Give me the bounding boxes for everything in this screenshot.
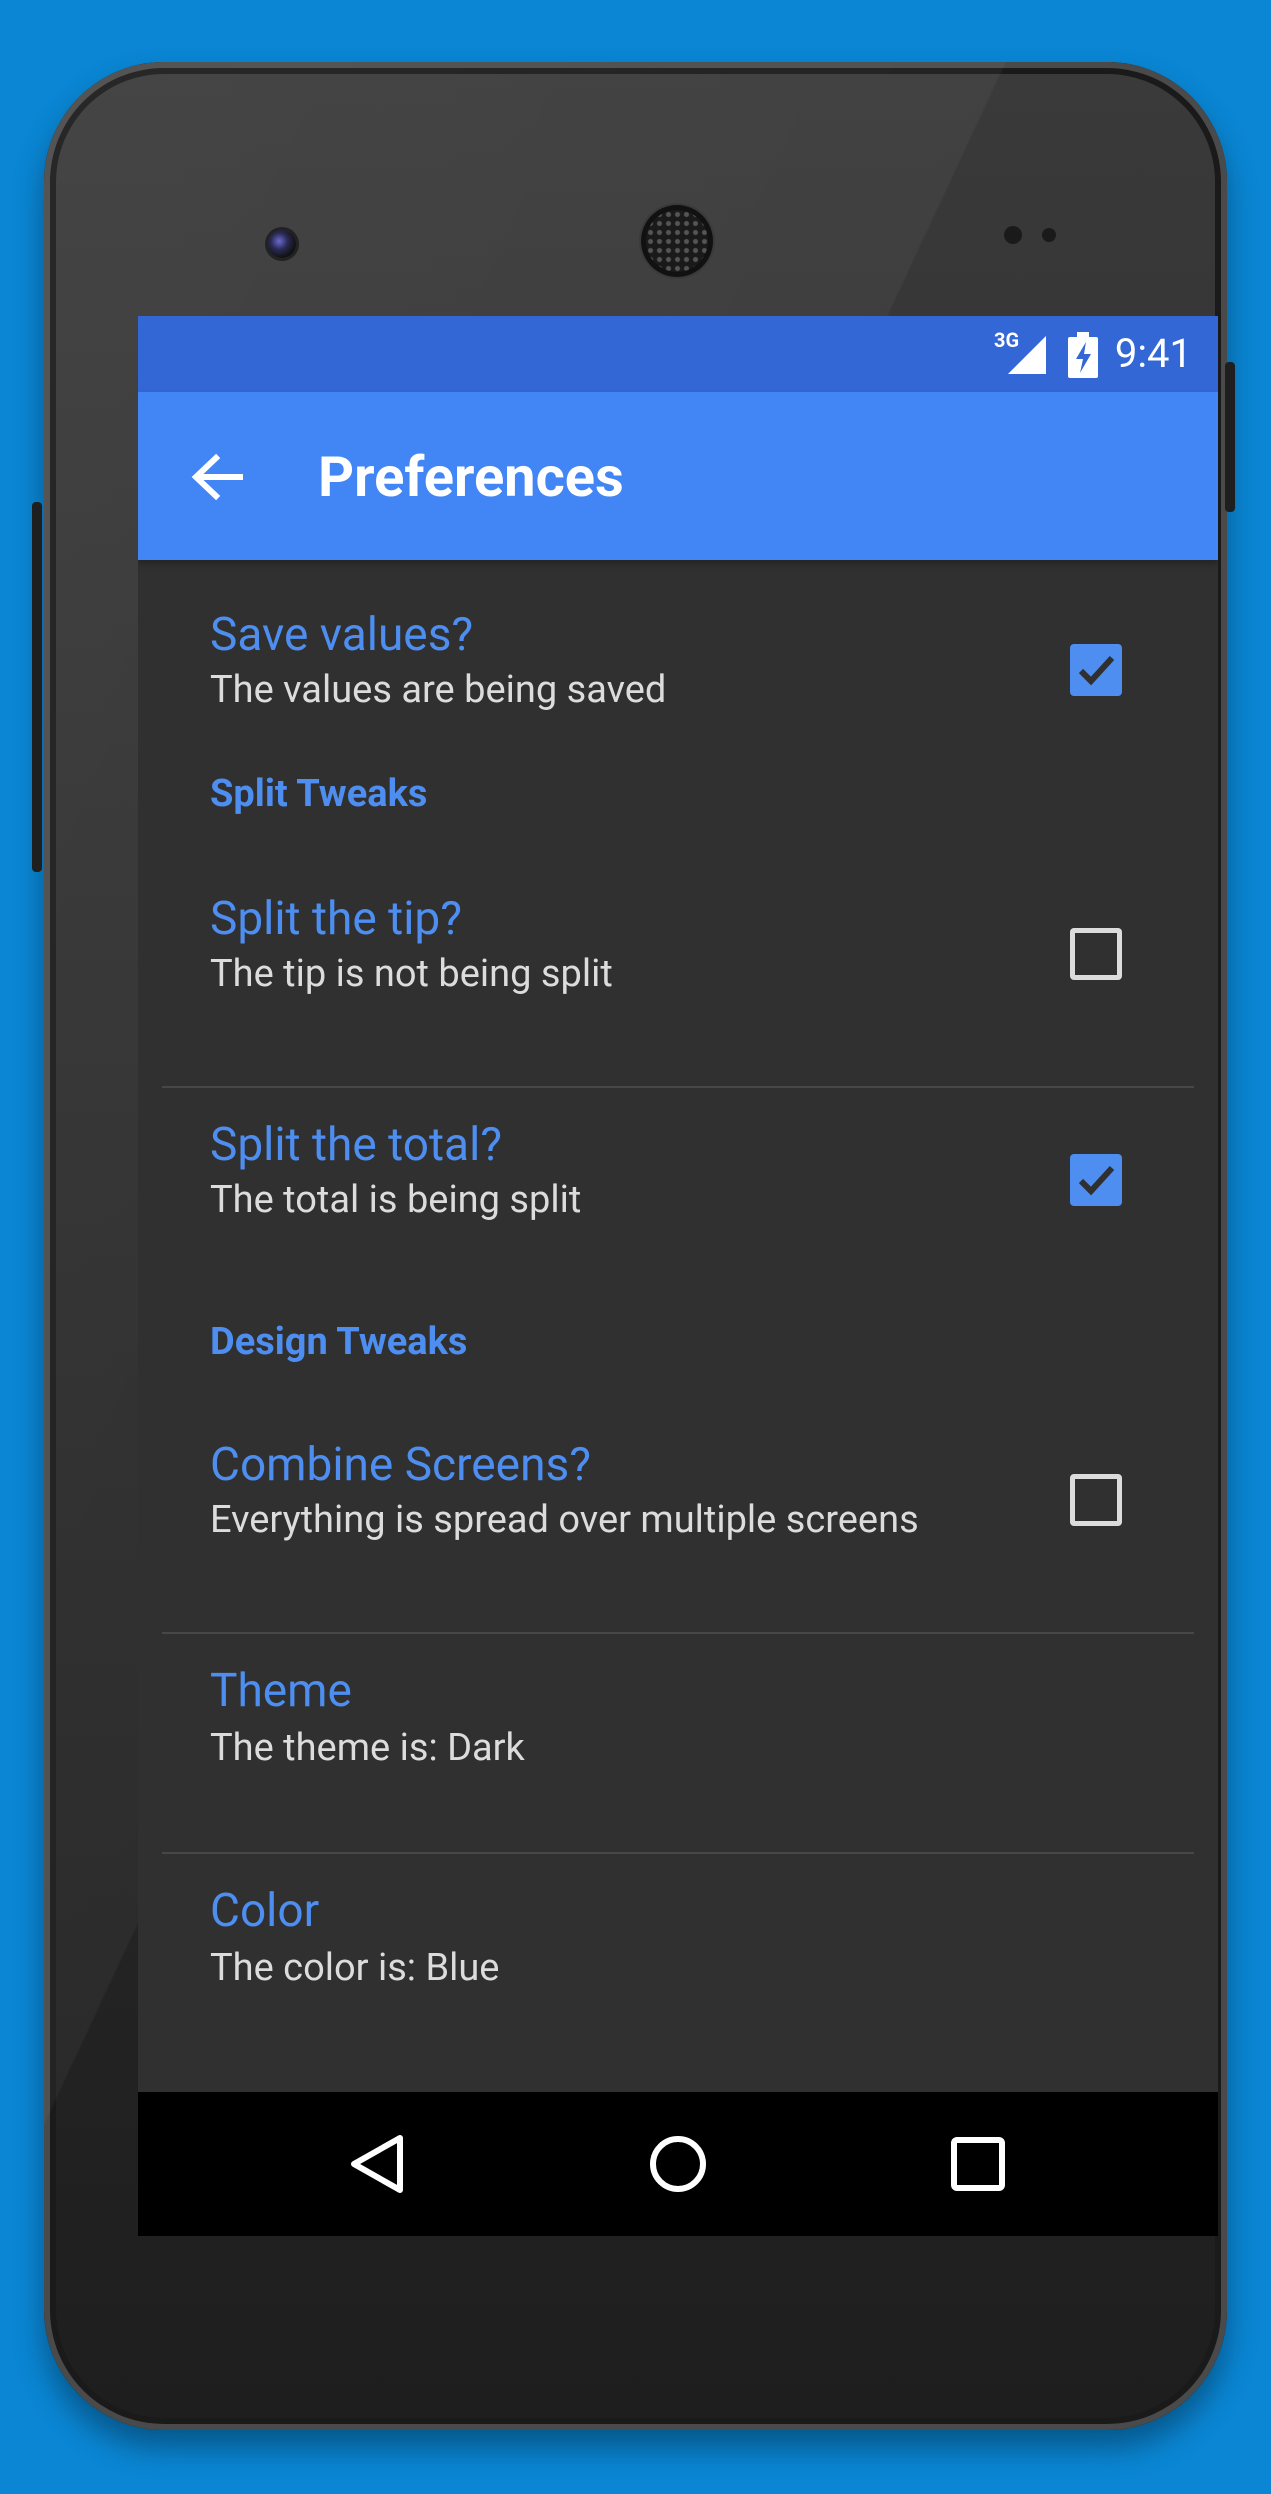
- home-circle-icon[interactable]: [646, 2132, 710, 2196]
- pref-combine-screens[interactable]: Combine Screens? Everything is spread ov…: [138, 1406, 1218, 1566]
- category-split-tweaks: Split Tweaks: [210, 772, 428, 816]
- pref-list: Save values? The values are being saved …: [138, 560, 1218, 2092]
- split-total-checkbox[interactable]: [1070, 1154, 1122, 1206]
- front-camera: [268, 230, 296, 258]
- pref-title: Split the tip?: [210, 892, 462, 946]
- pref-color[interactable]: Color The color is: Blue: [138, 1854, 1218, 2092]
- combine-screens-checkbox[interactable]: [1070, 1474, 1122, 1526]
- proximity-sensor: [1004, 226, 1022, 244]
- pref-summary: The tip is not being split: [210, 952, 613, 996]
- signal-icon: 3G: [994, 328, 1050, 378]
- pref-title: Save values?: [210, 608, 474, 662]
- category-design-tweaks: Design Tweaks: [210, 1320, 468, 1364]
- light-sensor: [1042, 228, 1056, 242]
- status-time: 9:41: [1114, 330, 1192, 377]
- save-values-checkbox[interactable]: [1070, 644, 1122, 696]
- device-screen: 3G 9:41 Preferences Save values? The val…: [138, 316, 1218, 2236]
- volume-button[interactable]: [32, 502, 42, 872]
- pref-title: Split the total?: [210, 1118, 502, 1172]
- back-triangle-icon[interactable]: [346, 2132, 410, 2196]
- recents-square-icon[interactable]: [946, 2132, 1010, 2196]
- check-icon: [1078, 1165, 1115, 1196]
- back-arrow-icon[interactable]: [190, 450, 244, 504]
- status-icons: 3G: [994, 328, 1098, 378]
- pref-theme[interactable]: Theme The theme is: Dark: [138, 1634, 1218, 1852]
- pref-split-tip[interactable]: Split the tip? The tip is not being spli…: [138, 860, 1218, 1020]
- navigation-bar: [138, 2092, 1218, 2236]
- pref-summary: The values are being saved: [210, 668, 667, 712]
- phone-frame: 3G 9:41 Preferences Save values? The val…: [32, 62, 1235, 2430]
- pref-title: Theme: [210, 1664, 352, 1718]
- pref-summary: The theme is: Dark: [210, 1726, 525, 1770]
- pref-summary: The color is: Blue: [210, 1946, 500, 1990]
- battery-icon: [1068, 332, 1098, 378]
- power-button[interactable]: [1225, 362, 1235, 512]
- pref-summary: Everything is spread over multiple scree…: [210, 1498, 919, 1542]
- pref-title: Combine Screens?: [210, 1438, 591, 1492]
- check-icon: [1078, 655, 1115, 686]
- app-bar: Preferences: [138, 392, 1218, 560]
- pref-title: Color: [210, 1884, 320, 1938]
- earpiece-speaker: [646, 210, 708, 272]
- pref-save-values[interactable]: Save values? The values are being saved: [138, 560, 1218, 780]
- page-title: Preferences: [318, 444, 624, 510]
- status-bar: 3G 9:41: [138, 316, 1218, 392]
- split-tip-checkbox[interactable]: [1070, 928, 1122, 980]
- pref-split-total[interactable]: Split the total? The total is being spli…: [138, 1088, 1218, 1278]
- pref-summary: The total is being split: [210, 1178, 582, 1222]
